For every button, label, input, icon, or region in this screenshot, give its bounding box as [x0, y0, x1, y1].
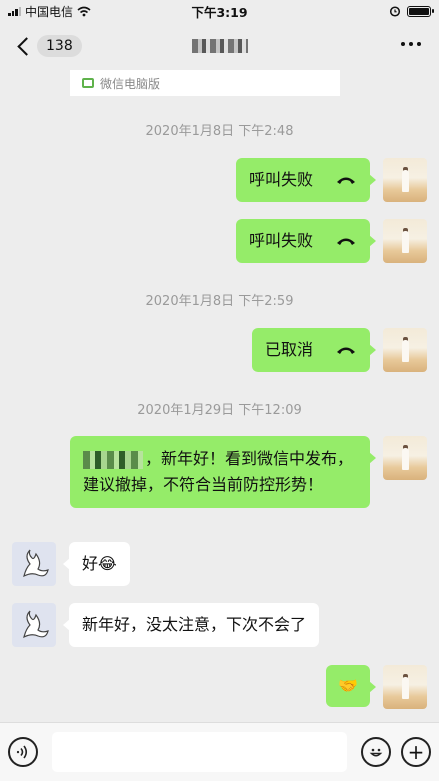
- redacted-name: [83, 450, 143, 469]
- status-time: 下午3:19: [191, 4, 248, 20]
- status-bar: 中国电信 下午3:19: [0, 0, 439, 22]
- call-status-text: 呼叫失败: [248, 170, 313, 189]
- chat-history[interactable]: 微信电脑版 2020年1月8日 下午2:48 呼叫失败 呼叫失败 2020年1月…: [0, 66, 439, 722]
- my-avatar[interactable]: [383, 219, 427, 263]
- handshake-emoji-icon: 🤝: [338, 676, 358, 695]
- text-message-bubble[interactable]: 新年好，没太注意，下次不会了: [62, 603, 320, 647]
- chevron-left-icon: [17, 36, 36, 56]
- wifi-icon: [77, 6, 91, 16]
- message-text: 好: [82, 554, 99, 573]
- call-cancelled-bubble[interactable]: 已取消: [251, 328, 377, 372]
- hangup-phone-icon: [335, 236, 357, 246]
- laughing-emoji-icon: 😂: [98, 554, 117, 573]
- chat-title-redacted: [191, 39, 248, 53]
- call-failed-bubble[interactable]: 呼叫失败: [235, 219, 377, 263]
- message-text: 新年好，没太注意，下次不会了: [82, 615, 307, 634]
- text-message-bubble[interactable]: 好😂: [63, 542, 130, 586]
- input-bar: +: [0, 722, 439, 781]
- voice-icon: [16, 745, 28, 759]
- hangup-phone-icon: [335, 345, 357, 355]
- chat-header: 138: [0, 26, 439, 66]
- my-avatar[interactable]: [383, 436, 427, 480]
- back-button[interactable]: 138: [12, 35, 82, 57]
- plus-icon: +: [407, 740, 425, 764]
- timestamp: 2020年1月8日 下午2:59: [145, 294, 294, 309]
- text-message-bubble[interactable]: ，新年好！看到微信中发布，建议撤掉，不符合当前防控形势！: [70, 436, 376, 508]
- more-options-button[interactable]: [401, 42, 421, 46]
- alarm-icon: [389, 6, 401, 17]
- my-avatar[interactable]: [383, 158, 427, 202]
- hangup-phone-icon: [335, 175, 357, 185]
- contact-avatar[interactable]: [12, 542, 56, 586]
- contact-avatar[interactable]: [12, 603, 56, 647]
- add-attachment-button[interactable]: +: [401, 737, 431, 767]
- unread-count-badge: 138: [37, 35, 82, 57]
- timestamp: 2020年1月8日 下午2:48: [145, 124, 294, 139]
- timestamp: 2020年1月29日 下午12:09: [137, 403, 302, 418]
- voice-input-button[interactable]: [8, 737, 38, 767]
- computer-icon: [82, 78, 94, 88]
- signal-icon: [8, 6, 21, 16]
- emoji-icon: [369, 748, 383, 757]
- emoji-button[interactable]: [361, 737, 391, 767]
- my-avatar[interactable]: [383, 665, 427, 709]
- call-status-text: 呼叫失败: [248, 231, 313, 250]
- call-status-text: 已取消: [264, 340, 313, 359]
- battery-icon: [407, 5, 434, 17]
- wechat-pc-banner[interactable]: 微信电脑版: [70, 70, 340, 96]
- pc-banner-label: 微信电脑版: [100, 76, 161, 91]
- call-failed-bubble[interactable]: 呼叫失败: [235, 158, 377, 202]
- carrier-label: 中国电信: [25, 4, 74, 19]
- emoji-message-bubble[interactable]: 🤝: [326, 665, 376, 707]
- my-avatar[interactable]: [383, 328, 427, 372]
- message-input[interactable]: [52, 732, 347, 772]
